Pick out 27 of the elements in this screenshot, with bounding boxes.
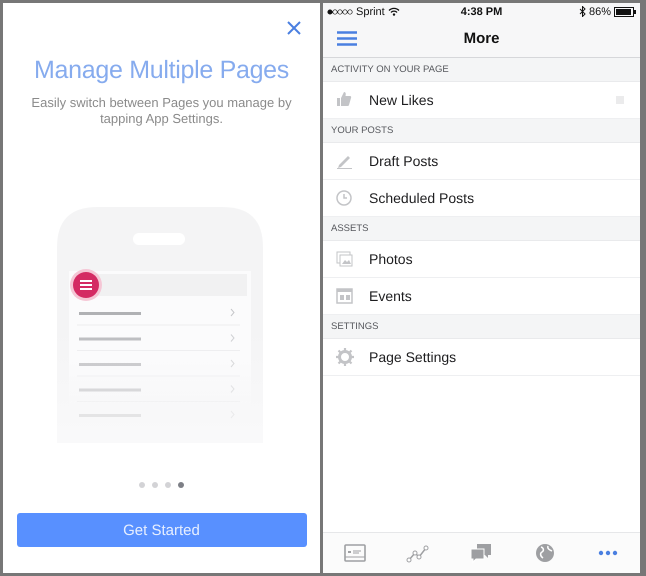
- section-header: ACTIVITY ON YOUR PAGE: [331, 64, 449, 75]
- intro-description: Easily switch between Pages you manage by tapping App Settings.: [30, 95, 293, 127]
- section-header: YOUR POSTS: [331, 125, 394, 136]
- signal-icon: [327, 8, 353, 14]
- nav-title: More: [464, 30, 500, 47]
- page-dot[interactable]: [165, 482, 171, 488]
- section-header: SETTINGS: [331, 321, 379, 332]
- bluetooth-icon: [578, 6, 586, 17]
- menu-item[interactable]: Photos: [323, 241, 640, 278]
- wifi-icon: [388, 7, 400, 16]
- page-dot[interactable]: [139, 482, 145, 488]
- calendar-icon: [335, 286, 355, 306]
- menu-item[interactable]: Page Settings: [323, 339, 640, 376]
- page-icon[interactable]: [342, 541, 367, 565]
- carrier-name: Sprint: [356, 6, 385, 18]
- menu-item[interactable]: Draft Posts: [323, 143, 640, 180]
- battery-icon: [614, 6, 636, 16]
- intro-title: Manage Multiple Pages: [34, 56, 289, 85]
- battery-percent: 86%: [588, 6, 612, 18]
- photos-icon: [335, 249, 355, 269]
- menu-icon[interactable]: [337, 31, 357, 46]
- page-dot[interactable]: [152, 482, 158, 488]
- close-icon[interactable]: [287, 21, 301, 35]
- section-header: ASSETS: [331, 223, 368, 234]
- gear-icon: [335, 347, 355, 367]
- status-time: 4:38 PM: [460, 6, 502, 18]
- page-dot[interactable]: [178, 482, 184, 488]
